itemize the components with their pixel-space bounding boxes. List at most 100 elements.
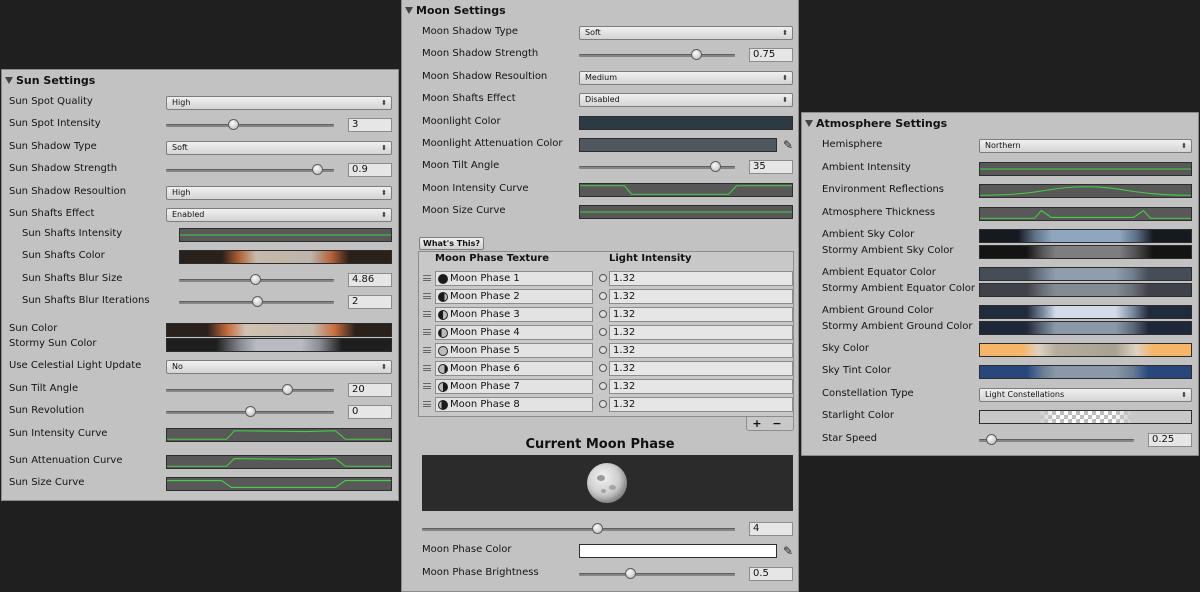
moon-shadow-type-dropdown[interactable]: Soft ⬍ bbox=[579, 26, 793, 40]
moon-phase-index-slider[interactable]: 4 bbox=[422, 522, 793, 536]
add-button[interactable]: + bbox=[747, 417, 767, 430]
texture-field[interactable]: Moon Phase 4 bbox=[435, 325, 593, 340]
collapse-triangle-icon[interactable] bbox=[805, 120, 813, 127]
moon-size-curve[interactable] bbox=[579, 205, 793, 219]
sun-color-gradient[interactable] bbox=[166, 323, 392, 337]
collapse-triangle-icon[interactable] bbox=[405, 7, 413, 14]
light-intensity-field[interactable]: 1.32 bbox=[609, 397, 793, 412]
value-field[interactable]: 20 bbox=[348, 383, 392, 397]
star-speed-slider[interactable]: 0.25 bbox=[979, 433, 1192, 447]
moonlight-color-swatch[interactable] bbox=[579, 116, 793, 130]
moon-shadow-strength-slider[interactable]: 0.75 bbox=[579, 48, 793, 62]
sun-shadow-strength-slider[interactable]: 0.9 bbox=[166, 163, 392, 177]
sun-spot-quality-dropdown[interactable]: High ⬍ bbox=[166, 96, 392, 110]
light-intensity-field[interactable]: 1.32 bbox=[609, 343, 793, 358]
sun-intensity-curve[interactable] bbox=[166, 428, 392, 442]
value-field[interactable]: 0.9 bbox=[348, 163, 392, 177]
sun-spot-intensity-slider[interactable]: 3 bbox=[166, 118, 392, 132]
slider-knob[interactable] bbox=[245, 406, 256, 417]
ambient-intensity-curve[interactable] bbox=[979, 162, 1192, 176]
ambient-ground-color-gradient[interactable] bbox=[979, 305, 1192, 319]
ambient-sky-color-gradient[interactable] bbox=[979, 229, 1192, 243]
sun-revolution-slider[interactable]: 0 bbox=[166, 405, 392, 419]
atmosphere-thickness-curve[interactable] bbox=[979, 207, 1192, 221]
value-field[interactable]: 2 bbox=[348, 295, 392, 309]
slider-knob[interactable] bbox=[986, 434, 998, 445]
constellation-type-dropdown[interactable]: Light Constellations ⬍ bbox=[979, 388, 1192, 402]
sky-tint-color-gradient[interactable] bbox=[979, 365, 1192, 379]
slider-track[interactable] bbox=[579, 54, 735, 57]
value-field[interactable]: 0.5 bbox=[749, 567, 793, 581]
sun-attenuation-curve[interactable] bbox=[166, 455, 392, 469]
sun-shafts-effect-dropdown[interactable]: Enabled ⬍ bbox=[166, 208, 392, 222]
sun-shafts-blur-iterations-slider[interactable]: 2 bbox=[179, 295, 392, 309]
texture-field[interactable]: Moon Phase 2 bbox=[435, 289, 593, 304]
texture-field[interactable]: Moon Phase 1 bbox=[435, 271, 593, 286]
slider-track[interactable] bbox=[579, 573, 735, 576]
environment-reflections-curve[interactable] bbox=[979, 184, 1192, 198]
value-field[interactable]: 0 bbox=[348, 405, 392, 419]
light-intensity-field[interactable]: 1.32 bbox=[609, 307, 793, 322]
slider-knob[interactable] bbox=[249, 274, 261, 285]
sun-shafts-color-gradient[interactable] bbox=[179, 250, 392, 264]
value-field[interactable]: 0.75 bbox=[749, 48, 793, 62]
moonlight-attenuation-color-swatch[interactable] bbox=[579, 138, 777, 152]
drag-handle-icon[interactable] bbox=[423, 311, 431, 317]
drag-handle-icon[interactable] bbox=[423, 383, 431, 389]
moon-phase-color-swatch[interactable] bbox=[579, 544, 777, 558]
remove-button[interactable]: − bbox=[767, 417, 787, 430]
drag-handle-icon[interactable] bbox=[423, 293, 431, 299]
drag-handle-icon[interactable] bbox=[423, 401, 431, 407]
curve-toggle-icon[interactable] bbox=[599, 346, 607, 354]
value-field[interactable]: 0.25 bbox=[1148, 433, 1192, 447]
moon-tilt-angle-slider[interactable]: 35 bbox=[579, 160, 793, 174]
hemisphere-dropdown[interactable]: Northern ⬍ bbox=[979, 139, 1192, 153]
atmosphere-settings-header[interactable]: Atmosphere Settings bbox=[805, 117, 947, 130]
slider-knob[interactable] bbox=[691, 49, 702, 60]
slider-track[interactable] bbox=[166, 169, 334, 172]
eyedropper-icon[interactable]: ✎ bbox=[781, 544, 795, 558]
stormy-ambient-equator-color-gradient[interactable] bbox=[979, 283, 1192, 297]
curve-toggle-icon[interactable] bbox=[599, 328, 607, 336]
slider-knob[interactable] bbox=[251, 296, 263, 307]
slider-track[interactable] bbox=[166, 124, 334, 127]
stormy-ambient-sky-color-gradient[interactable] bbox=[979, 245, 1192, 259]
ambient-equator-color-gradient[interactable] bbox=[979, 267, 1192, 281]
moon-intensity-curve[interactable] bbox=[579, 183, 793, 197]
texture-field[interactable]: Moon Phase 7 bbox=[435, 379, 593, 394]
drag-handle-icon[interactable] bbox=[423, 347, 431, 353]
value-field[interactable]: 4 bbox=[749, 522, 793, 536]
curve-toggle-icon[interactable] bbox=[599, 274, 607, 282]
curve-toggle-icon[interactable] bbox=[599, 400, 607, 408]
sun-settings-header[interactable]: Sun Settings bbox=[5, 74, 95, 87]
value-field[interactable]: 35 bbox=[749, 160, 793, 174]
collapse-triangle-icon[interactable] bbox=[5, 77, 13, 84]
drag-handle-icon[interactable] bbox=[423, 275, 431, 281]
texture-field[interactable]: Moon Phase 5 bbox=[435, 343, 593, 358]
light-intensity-field[interactable]: 1.32 bbox=[609, 379, 793, 394]
value-field[interactable]: 3 bbox=[348, 118, 392, 132]
starlight-color-gradient[interactable] bbox=[979, 410, 1192, 424]
texture-field[interactable]: Moon Phase 8 bbox=[435, 397, 593, 412]
slider-knob[interactable] bbox=[709, 161, 721, 172]
moon-phase-brightness-slider[interactable]: 0.5 bbox=[579, 567, 793, 581]
stormy-ambient-ground-color-gradient[interactable] bbox=[979, 321, 1192, 335]
slider-track[interactable] bbox=[422, 528, 735, 531]
sun-shadow-type-dropdown[interactable]: Soft ⬍ bbox=[166, 141, 392, 155]
light-intensity-field[interactable]: 1.32 bbox=[609, 289, 793, 304]
slider-track[interactable] bbox=[979, 439, 1134, 442]
eyedropper-icon[interactable]: ✎ bbox=[781, 138, 795, 152]
moon-shadow-resolution-dropdown[interactable]: Medium ⬍ bbox=[579, 71, 793, 85]
sun-size-curve[interactable] bbox=[166, 477, 392, 491]
curve-toggle-icon[interactable] bbox=[599, 364, 607, 372]
light-intensity-field[interactable]: 1.32 bbox=[609, 271, 793, 286]
celestial-light-update-dropdown[interactable]: No ⬍ bbox=[166, 360, 392, 374]
curve-toggle-icon[interactable] bbox=[599, 292, 607, 300]
sun-shafts-intensity-curve[interactable] bbox=[179, 228, 392, 242]
drag-handle-icon[interactable] bbox=[423, 329, 431, 335]
whats-this-button[interactable]: What's This? bbox=[419, 237, 485, 250]
value-field[interactable]: 4.86 bbox=[348, 273, 392, 287]
light-intensity-field[interactable]: 1.32 bbox=[609, 361, 793, 376]
light-intensity-field[interactable]: 1.32 bbox=[609, 325, 793, 340]
curve-toggle-icon[interactable] bbox=[599, 382, 607, 390]
